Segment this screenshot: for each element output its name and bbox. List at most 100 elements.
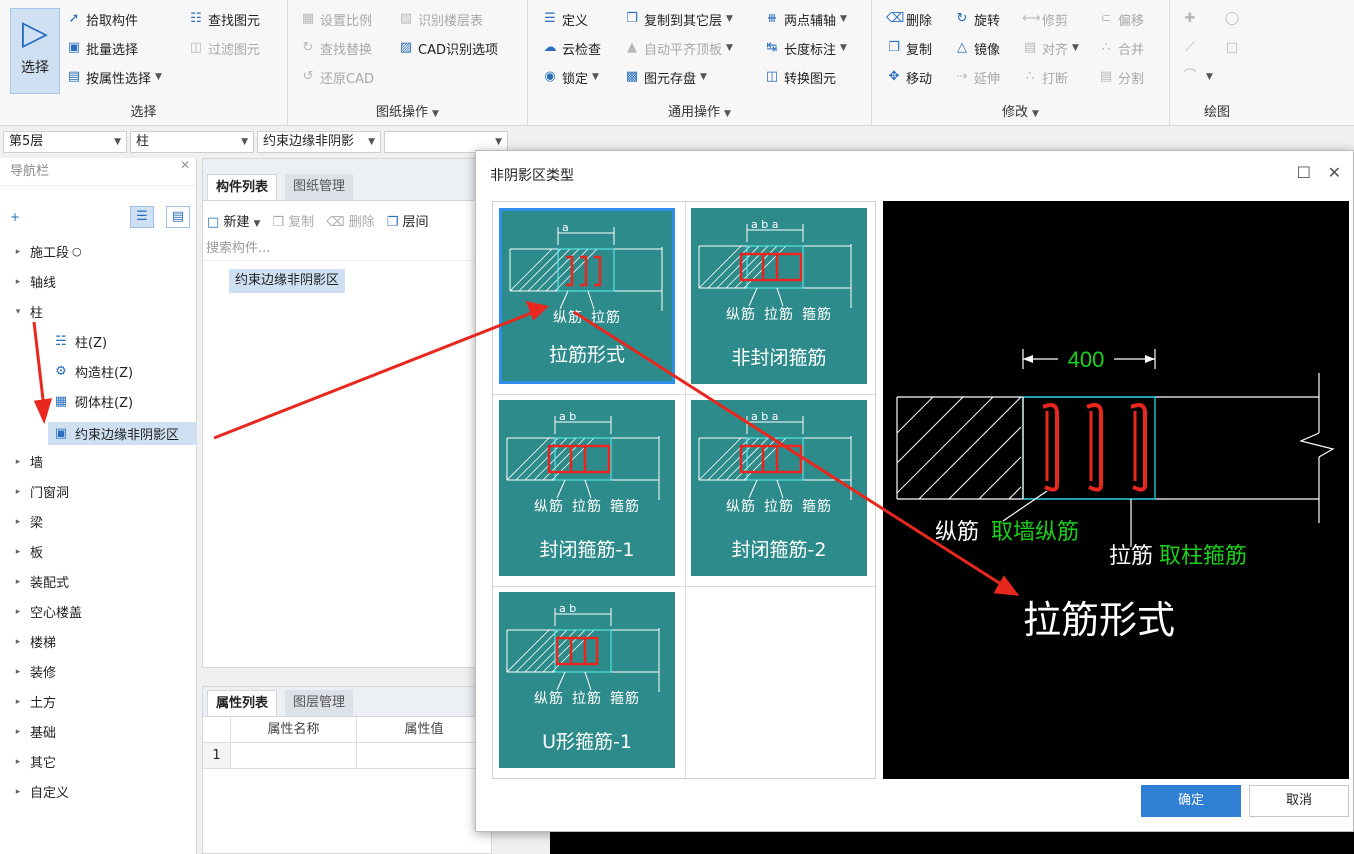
- tree-item[interactable]: ☵ 柱(Z): [52, 332, 107, 351]
- tree-item[interactable]: ▸ 土方: [12, 692, 56, 711]
- tree-item[interactable]: ▸ 梁: [12, 512, 43, 531]
- set-ratio-button[interactable]: ▦ 设置比例: [300, 8, 372, 30]
- list-view-icon[interactable]: ☰: [130, 206, 154, 228]
- define-button[interactable]: ☰ 定义: [542, 8, 588, 30]
- close-icon[interactable]: ✕: [1328, 163, 1341, 182]
- new-button[interactable]: □ 新建 ▼: [207, 211, 260, 230]
- close-icon[interactable]: ✕: [180, 158, 190, 172]
- tree-item[interactable]: ▾ 柱: [12, 302, 43, 321]
- thumbnail-option[interactable]: a b a 纵筋 拉筋 箍筋 非封闭箍筋: [691, 208, 867, 384]
- copy-to-floor-button[interactable]: ❐ 复制到其它层 ▼: [624, 8, 733, 30]
- cancel-button[interactable]: 取消: [1249, 785, 1349, 817]
- expand-arrow-icon[interactable]: ▸: [12, 667, 24, 677]
- type-select[interactable]: 柱 ▼: [130, 131, 254, 153]
- filter-elem-button[interactable]: ◫ 过滤图元: [188, 37, 260, 59]
- expand-arrow-icon[interactable]: ▸: [12, 487, 24, 497]
- rect-tool-button[interactable]: □: [1224, 37, 1244, 59]
- expand-arrow-icon[interactable]: ▸: [12, 787, 24, 797]
- expand-arrow-icon[interactable]: ▸: [12, 637, 24, 647]
- add-icon[interactable]: +: [10, 210, 20, 224]
- circle-tool-button[interactable]: ◯: [1224, 8, 1244, 30]
- restore-cad-button[interactable]: ↺ 还原CAD: [300, 66, 374, 88]
- rotate-button[interactable]: ↻ 旋转: [954, 8, 1000, 30]
- break-button[interactable]: ∴ 打断: [1022, 66, 1068, 88]
- tree-item[interactable]: ▸ 装修: [12, 662, 56, 681]
- tree-item[interactable]: ▦ 砌体柱(Z): [52, 392, 133, 411]
- tab-drawing-manage[interactable]: 图纸管理: [285, 174, 354, 200]
- ok-button[interactable]: 确定: [1141, 785, 1241, 817]
- table-row[interactable]: 1: [203, 743, 491, 769]
- general-group-title[interactable]: 通用操作 ▼: [528, 101, 871, 120]
- cad-options-button[interactable]: ▨ CAD识别选项: [398, 37, 498, 59]
- tree-item[interactable]: ▸ 楼梯: [12, 632, 56, 651]
- extend-button[interactable]: ⇢ 延伸: [954, 66, 1000, 88]
- tree-item[interactable]: ▸ 轴线: [12, 272, 56, 291]
- expand-arrow-icon[interactable]: ▸: [12, 697, 24, 707]
- trim-button[interactable]: ⟷ 修剪: [1022, 8, 1068, 30]
- pick-button[interactable]: ➚ 拾取构件: [66, 8, 138, 30]
- expand-arrow-icon[interactable]: ▸: [12, 247, 24, 257]
- line-tool-button[interactable]: ⟋: [1182, 37, 1202, 59]
- maximize-icon[interactable]: ☐: [1297, 163, 1311, 182]
- cloud-check-button[interactable]: ☁ 云检查: [542, 37, 602, 59]
- modify-group-title[interactable]: 修改 ▼: [872, 101, 1169, 120]
- thumbnail-option[interactable]: a 纵筋 拉筋 拉筋形式: [499, 208, 675, 384]
- merge-button[interactable]: ∴ 合并: [1098, 37, 1144, 59]
- tree-item[interactable]: ▸ 空心楼盖: [12, 602, 82, 621]
- tree-item[interactable]: ▣ 约束边缘非阴影区: [48, 422, 197, 445]
- layer-copy-button[interactable]: ❐ 层间: [387, 211, 429, 230]
- thumbnail-option[interactable]: a b a 纵筋 拉筋 箍筋 封闭箍筋-2: [691, 400, 867, 576]
- delete-comp-button[interactable]: ⌫ 删除: [326, 211, 375, 230]
- delete-button[interactable]: ⌫ 删除: [886, 8, 932, 30]
- arc-tool-button[interactable]: ⌒ ▼: [1182, 66, 1212, 88]
- two-point-axis-button[interactable]: ⧻ 两点辅轴 ▼: [764, 8, 847, 30]
- subtype-select[interactable]: 约束边缘非阴影 ▼: [257, 131, 381, 153]
- cad-canvas[interactable]: [550, 832, 1354, 854]
- auto-flush-button[interactable]: ▲ 自动平齐顶板 ▼: [624, 37, 733, 59]
- thumbnail-option[interactable]: a b 纵筋 拉筋 箍筋 U形箍筋-1: [499, 592, 675, 768]
- expand-arrow-icon[interactable]: ▸: [12, 457, 24, 467]
- tree-item[interactable]: ▸ 装配式: [12, 572, 69, 591]
- copy-comp-button[interactable]: ❐ 复制: [272, 211, 314, 230]
- tree-item[interactable]: ▸ 自定义: [12, 782, 69, 801]
- point-tool-button[interactable]: ✚: [1182, 8, 1202, 30]
- tree-item[interactable]: ▸ 基础: [12, 722, 56, 741]
- tree-item[interactable]: ▸ 门窗洞: [12, 482, 69, 501]
- tab-component-list[interactable]: 构件列表: [207, 174, 278, 200]
- tree-item[interactable]: ▸ 墙: [12, 452, 43, 471]
- expand-arrow-icon[interactable]: ▸: [12, 607, 24, 617]
- expand-arrow-icon[interactable]: ▸: [12, 517, 24, 527]
- expand-arrow-icon[interactable]: ▸: [12, 757, 24, 767]
- tab-layer-manage[interactable]: 图层管理: [285, 690, 354, 716]
- move-button[interactable]: ✥ 移动: [886, 66, 932, 88]
- convert-elem-button[interactable]: ◫ 转换图元: [764, 66, 836, 88]
- select-button[interactable]: ▷ 选择: [10, 8, 60, 94]
- expand-arrow-icon[interactable]: ▸: [12, 547, 24, 557]
- find-replace-button[interactable]: ↻ 查找替换: [300, 37, 372, 59]
- expand-arrow-icon[interactable]: ▾: [12, 307, 24, 317]
- detail-view-icon[interactable]: ▤: [166, 206, 190, 228]
- drawing-group-title[interactable]: 图纸操作 ▼: [288, 101, 527, 120]
- tree-item[interactable]: ▸ 其它: [12, 752, 56, 771]
- tree-item[interactable]: ▸ 板: [12, 542, 43, 561]
- mirror-button[interactable]: △ 镜像: [954, 37, 1000, 59]
- expand-arrow-icon[interactable]: ▸: [12, 577, 24, 587]
- thumbnail-option[interactable]: a b 纵筋 拉筋 箍筋 封闭箍筋-1: [499, 400, 675, 576]
- find-elem-button[interactable]: ☷ 查找图元: [188, 8, 260, 30]
- split-button[interactable]: ▤ 分割: [1098, 66, 1144, 88]
- batch-select-button[interactable]: ▣ 批量选择: [66, 37, 138, 59]
- tab-attribute-list[interactable]: 属性列表: [207, 690, 278, 716]
- align-button[interactable]: ▤ 对齐 ▼: [1022, 37, 1079, 59]
- expand-arrow-icon[interactable]: ▸: [12, 727, 24, 737]
- floor-select[interactable]: 第5层 ▼: [3, 131, 127, 153]
- offset-button[interactable]: ⊂ 偏移: [1098, 8, 1144, 30]
- component-item[interactable]: 约束边缘非阴影区: [229, 269, 346, 293]
- attr-select-button[interactable]: ▤ 按属性选择 ▼: [66, 66, 162, 88]
- identify-floor-button[interactable]: ▧ 识别楼层表: [398, 8, 483, 30]
- elem-save-button[interactable]: ▩ 图元存盘 ▼: [624, 66, 707, 88]
- length-mark-button[interactable]: ↹ 长度标注 ▼: [764, 37, 847, 59]
- component-search-input[interactable]: 搜索构件...: [203, 237, 491, 261]
- tree-item[interactable]: ▸ 施工段 ○: [12, 242, 82, 261]
- expand-arrow-icon[interactable]: ▸: [12, 277, 24, 287]
- tree-item[interactable]: ⚙ 构造柱(Z): [52, 362, 133, 381]
